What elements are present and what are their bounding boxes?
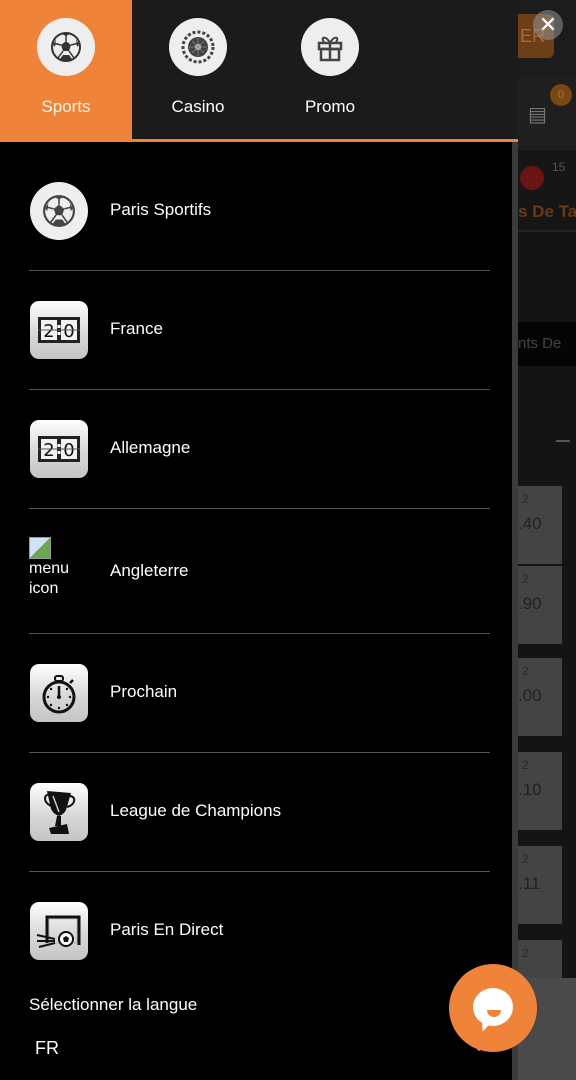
drawer-tabs: Sports Casino Promo — [0, 0, 518, 142]
scoreboard-icon: 20 — [30, 301, 88, 359]
odds-button: 2.10 — [518, 752, 562, 830]
roulette-icon — [169, 18, 227, 76]
tab-sports[interactable]: Sports — [0, 0, 132, 139]
svg-text:0: 0 — [63, 440, 74, 461]
language-label: Sélectionner la langue — [29, 995, 198, 1014]
language-selected-value: FR — [35, 1038, 59, 1058]
odds-value: .00 — [518, 686, 542, 705]
menu-item-label: Paris Sportifs — [110, 200, 212, 219]
menu-item-label: Prochain — [110, 682, 178, 701]
chat-button[interactable] — [449, 964, 537, 1052]
broken-image-icon: menu icon — [29, 537, 89, 607]
menu-item-label: Angleterre — [110, 561, 189, 580]
tab-promo[interactable]: Promo — [264, 0, 396, 139]
bg-dash — [556, 440, 570, 442]
odds-label: 2 — [522, 852, 529, 866]
tab-label: Sports — [41, 97, 91, 116]
odds-label: 2 — [522, 946, 529, 960]
menu-item-label: Paris En Direct — [110, 920, 224, 939]
goal-icon — [30, 902, 88, 960]
table-tennis-icon — [520, 166, 544, 190]
betslip-icon: ▤ — [528, 104, 547, 126]
image-alt-text: menu icon — [29, 560, 70, 597]
scoreboard-icon: 20 — [30, 420, 88, 478]
menu-list: Paris Sportifs 20 France 20 Allemagne me… — [29, 152, 490, 991]
odds-value: .40 — [518, 514, 542, 533]
trophy-icon — [30, 783, 88, 841]
menu-item-prochain[interactable]: Prochain — [29, 634, 490, 753]
stopwatch-icon — [30, 664, 88, 722]
odds-label: 2 — [522, 572, 529, 586]
menu-item-paris-sportifs[interactable]: Paris Sportifs — [29, 152, 490, 271]
broken-image-glyph — [29, 537, 51, 559]
betslip-badge: 0 — [550, 84, 572, 106]
gift-icon — [301, 18, 359, 76]
odds-button: 2.11 — [518, 846, 562, 924]
odds-label: 2 — [522, 758, 529, 772]
menu-item-label: League de Champions — [110, 801, 282, 820]
odds-value: .90 — [518, 594, 542, 613]
svg-text:0: 0 — [63, 321, 74, 342]
menu-item-label: France — [110, 319, 163, 338]
side-drawer: Sports Casino Promo Paris Sportifs 20 Fr… — [0, 0, 518, 1080]
tab-casino[interactable]: Casino — [132, 0, 264, 139]
odds-button: 2.40 — [518, 486, 562, 564]
menu-item-label: Allemagne — [110, 438, 191, 457]
tab-label: Promo — [304, 97, 356, 116]
soccer-ball-icon — [30, 182, 88, 240]
odds-button: 2.90 — [518, 566, 562, 644]
tab-label: Casino — [171, 97, 225, 116]
odds-button: 2.00 — [518, 658, 562, 736]
menu-item-france[interactable]: 20 France — [29, 271, 490, 390]
odds-label: 2 — [522, 664, 529, 678]
bg-tab: nts De — [518, 322, 576, 366]
sport-label: s De Tab — [518, 202, 576, 221]
odds-label: 2 — [522, 492, 529, 506]
menu-item-allemagne[interactable]: 20 Allemagne — [29, 390, 490, 509]
odds-value: .11 — [518, 874, 541, 893]
svg-text:2: 2 — [43, 321, 54, 342]
close-button[interactable]: ✕ — [533, 10, 563, 40]
drawer-edge — [512, 142, 518, 1080]
menu-item-paris-en-direct[interactable]: Paris En Direct — [29, 872, 490, 991]
menu-item-league-de-champions[interactable]: League de Champions — [29, 753, 490, 872]
menu-item-angleterre[interactable]: menu icon Angleterre — [29, 509, 490, 634]
svg-text:2: 2 — [43, 440, 54, 461]
odds-value: .10 — [518, 780, 542, 799]
soccer-ball-icon — [37, 18, 95, 76]
language-select[interactable]: FR ⌄ — [29, 1030, 490, 1070]
sport-count: 15 — [552, 160, 566, 174]
background-strip: ER ▤ 0 15 s De Tab nts De 2.40 2.90 2.00… — [518, 0, 576, 1080]
